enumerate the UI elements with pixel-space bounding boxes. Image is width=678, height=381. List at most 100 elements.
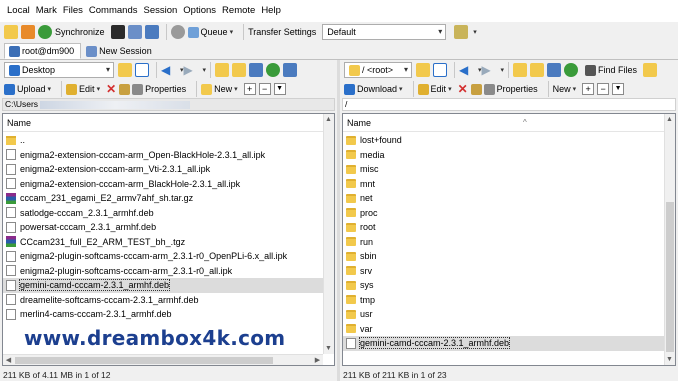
queue-button[interactable]: Queue ▾ bbox=[187, 26, 233, 38]
local-properties-button[interactable]: Properties bbox=[132, 83, 186, 95]
local-horizontal-scroll-thumb[interactable] bbox=[15, 357, 273, 364]
delete-icon[interactable]: ✕ bbox=[106, 83, 117, 95]
file-row[interactable]: root bbox=[343, 220, 664, 235]
file-row[interactable]: run bbox=[343, 235, 664, 250]
rename-icon[interactable] bbox=[470, 83, 482, 95]
menu-mark[interactable]: Mark bbox=[33, 0, 60, 22]
remote-file-list[interactable]: Name ^ lost+found media misc mnt net proc root… bbox=[342, 113, 676, 366]
select-plus-button[interactable]: + bbox=[243, 83, 256, 95]
file-row[interactable]: powersat-cccam_2.3.1_armhf.deb bbox=[3, 220, 323, 235]
forward-arrow-icon[interactable]: ▶ bbox=[482, 63, 496, 77]
preferences-icon[interactable] bbox=[454, 25, 469, 39]
menu-local[interactable]: Local bbox=[4, 0, 33, 22]
filter-button[interactable]: ▼ bbox=[612, 83, 625, 95]
file-row[interactable]: CCcam231_full_E2_ARM_TEST_bh_.tgz bbox=[3, 235, 323, 250]
chevron-down-icon[interactable]: ▾ bbox=[473, 28, 477, 36]
select-minus-button[interactable]: − bbox=[258, 83, 271, 95]
file-row[interactable]: enigma2-extension-cccam-arm_Vti-2.3.1_al… bbox=[3, 162, 323, 177]
scroll-down-icon[interactable]: ▼ bbox=[665, 355, 674, 364]
local-vertical-scrollbar[interactable]: ▲ ▼ bbox=[323, 114, 334, 354]
sync-icon[interactable] bbox=[38, 25, 52, 39]
forward-arrow-icon[interactable]: ▶ bbox=[184, 63, 198, 77]
local-path-bar[interactable]: C:\Users bbox=[2, 98, 335, 111]
scroll-right-icon[interactable]: ▶ bbox=[313, 356, 322, 365]
file-row[interactable]: sbin bbox=[343, 249, 664, 264]
remote-properties-button[interactable]: Properties bbox=[483, 83, 538, 95]
root-directory-icon[interactable] bbox=[232, 63, 247, 77]
remote-new-button[interactable]: New ▾ bbox=[553, 84, 577, 94]
upload-button[interactable]: Upload ▾ bbox=[4, 83, 51, 95]
local-edit-button[interactable]: Edit ▾ bbox=[66, 83, 100, 95]
root-directory-icon[interactable] bbox=[530, 63, 545, 77]
file-row[interactable]: enigma2-extension-cccam-arm_Open-BlackHo… bbox=[3, 148, 323, 163]
tab-new-session[interactable]: New Session bbox=[81, 43, 159, 59]
filter-button[interactable]: ▼ bbox=[273, 83, 286, 95]
rename-icon[interactable] bbox=[119, 83, 131, 95]
putty-icon[interactable] bbox=[127, 25, 142, 39]
local-horizontal-scrollbar[interactable]: ◀ ▶ bbox=[3, 354, 323, 365]
chevron-down-icon[interactable]: ▾ bbox=[501, 66, 505, 74]
file-row[interactable]: media bbox=[343, 148, 664, 163]
remote-vertical-scroll-thumb[interactable] bbox=[666, 202, 674, 352]
file-row[interactable]: sys bbox=[343, 278, 664, 293]
remote-vertical-scrollbar[interactable]: ▲ ▼ bbox=[664, 114, 675, 365]
chevron-down-icon[interactable]: ▾ bbox=[180, 66, 184, 74]
select-plus-button[interactable]: + bbox=[582, 83, 595, 95]
menu-files[interactable]: Files bbox=[60, 0, 86, 22]
file-row[interactable]: var bbox=[343, 322, 664, 337]
remote-path-bar[interactable]: / bbox=[342, 98, 676, 111]
file-row[interactable]: gemini-camd-cccam-2.3.1_armhf.deb bbox=[343, 336, 664, 351]
open-directory-icon[interactable] bbox=[144, 25, 159, 39]
refresh-icon[interactable] bbox=[266, 63, 281, 77]
console-icon[interactable] bbox=[110, 25, 125, 39]
file-row[interactable]: net bbox=[343, 191, 664, 206]
menu-commands[interactable]: Commands bbox=[86, 0, 141, 22]
file-row[interactable]: .. bbox=[3, 133, 323, 148]
parent-directory-icon[interactable] bbox=[513, 63, 528, 77]
home-icon[interactable] bbox=[249, 63, 264, 77]
transfer-icon[interactable] bbox=[283, 63, 298, 77]
synchronize-button[interactable]: Synchronize bbox=[55, 27, 105, 37]
scroll-up-icon[interactable]: ▲ bbox=[665, 115, 674, 124]
chevron-down-icon[interactable]: ▾ bbox=[478, 66, 482, 74]
file-row[interactable]: mnt bbox=[343, 177, 664, 192]
file-row[interactable]: srv bbox=[343, 264, 664, 279]
file-row[interactable]: dreamelite-softcams-cccam-2.3.1_armhf.de… bbox=[3, 293, 323, 308]
select-minus-button[interactable]: − bbox=[597, 83, 610, 95]
remote-location-select[interactable]: / <root> ▾ bbox=[344, 62, 412, 78]
download-button[interactable]: Download ▾ bbox=[344, 83, 403, 95]
tab-session[interactable]: root@dm900 bbox=[4, 43, 82, 59]
scroll-up-icon[interactable]: ▲ bbox=[324, 115, 333, 124]
menu-options[interactable]: Options bbox=[180, 0, 219, 22]
menu-session[interactable]: Session bbox=[140, 0, 180, 22]
back-arrow-icon[interactable]: ◀ bbox=[459, 63, 473, 77]
refresh-icon[interactable] bbox=[564, 63, 579, 77]
file-row[interactable]: gemini-camd-cccam-2.3.1_armhf.deb bbox=[3, 278, 323, 293]
file-row[interactable]: merlin4-cams-cccam-2.3.1_armhf.deb bbox=[3, 307, 323, 322]
back-arrow-icon[interactable]: ◀ bbox=[161, 63, 175, 77]
file-row[interactable]: proc bbox=[343, 206, 664, 221]
file-row[interactable]: enigma2-plugin-softcams-cccam-arm_2.3.1-… bbox=[3, 264, 323, 279]
open-folder-icon[interactable] bbox=[416, 63, 430, 77]
transfer-settings-select[interactable]: Default ▾ bbox=[322, 24, 447, 40]
home-icon[interactable] bbox=[547, 63, 562, 77]
filter-icon[interactable] bbox=[135, 63, 149, 77]
chevron-down-icon[interactable]: ▾ bbox=[203, 66, 207, 74]
remote-edit-button[interactable]: Edit ▾ bbox=[417, 83, 452, 95]
file-row[interactable]: lost+found bbox=[343, 133, 664, 148]
file-row[interactable]: misc bbox=[343, 162, 664, 177]
compare-icon[interactable] bbox=[21, 25, 35, 39]
file-row[interactable]: tmp bbox=[343, 293, 664, 308]
scroll-left-icon[interactable]: ◀ bbox=[4, 356, 13, 365]
local-new-button[interactable]: New ▾ bbox=[201, 83, 238, 95]
file-row[interactable]: enigma2-plugin-softcams-cccam-arm_2.3.1-… bbox=[3, 249, 323, 264]
open-folder-icon[interactable] bbox=[118, 63, 132, 77]
file-row[interactable]: usr bbox=[343, 307, 664, 322]
local-location-select[interactable]: Desktop ▾ bbox=[4, 62, 114, 78]
find-files-button[interactable]: Find Files bbox=[585, 64, 637, 76]
scroll-down-icon[interactable]: ▼ bbox=[324, 344, 333, 353]
file-row[interactable]: enigma2-extension-cccam-arm_BlackHole-2.… bbox=[3, 177, 323, 192]
menu-help[interactable]: Help bbox=[258, 0, 284, 22]
menu-remote[interactable]: Remote bbox=[219, 0, 258, 22]
file-row[interactable]: cccam_231_egami_E2_armv7ahf_sh.tar.gz bbox=[3, 191, 323, 206]
